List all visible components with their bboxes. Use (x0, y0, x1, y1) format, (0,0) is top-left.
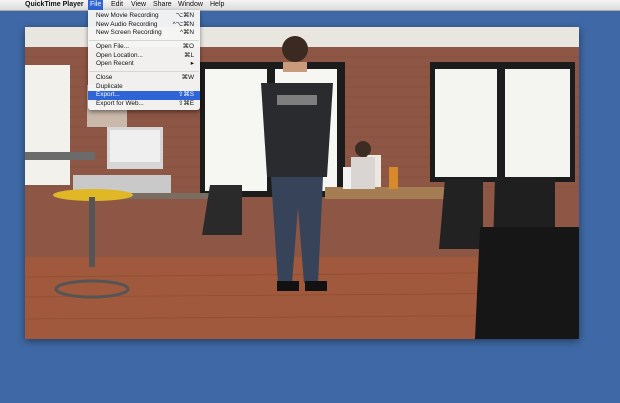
menu-item-label: Open File... (96, 43, 130, 50)
menu-item-label: Duplicate (96, 82, 123, 90)
apple-menu-icon[interactable] (8, 0, 12, 10)
menu-item-shortcut: ⇧⌘E (177, 99, 194, 107)
menu-item-export-for-web[interactable]: Export for Web... ⇧⌘E (88, 100, 200, 109)
menu-item-new-screen-recording[interactable]: New Screen Recording ^⌘N (88, 29, 200, 38)
menu-item-label: Export... (96, 91, 120, 98)
menu-item-open-file[interactable]: Open File... ⌘O (88, 43, 200, 52)
menu-item-shortcut: ⌘W (181, 74, 194, 81)
menu-item-export[interactable]: Export... ⇧⌘S (88, 91, 200, 100)
menu-item-shortcut: ⇧⌘S (177, 91, 194, 98)
menu-item-label: Export for Web... (96, 99, 144, 107)
menu-item-shortcut: ⌘L (184, 51, 194, 59)
menu-share[interactable]: Share (151, 0, 174, 10)
menu-file[interactable]: File (88, 0, 104, 10)
menu-item-new-movie-recording[interactable]: New Movie Recording ⌥⌘N (88, 12, 200, 21)
menu-item-label: New Screen Recording (96, 29, 162, 36)
menu-separator (89, 40, 199, 41)
menu-item-shortcut: ⌘O (182, 43, 194, 50)
submenu-arrow-icon: ▸ (190, 60, 194, 67)
menu-item-shortcut: ^⌥⌘N (172, 20, 194, 28)
menu-item-open-recent[interactable]: Open Recent ▸ (88, 60, 200, 69)
menu-item-label: Open Recent (96, 60, 134, 67)
menu-item-shortcut: ⌥⌘N (175, 12, 194, 19)
menu-item-close[interactable]: Close ⌘W (88, 74, 200, 83)
menu-separator (89, 71, 199, 72)
menu-item-duplicate[interactable]: Duplicate (88, 83, 200, 92)
menu-view[interactable]: View (129, 0, 148, 10)
menu-item-label: New Audio Recording (96, 20, 158, 28)
menu-item-label: New Movie Recording (96, 12, 159, 19)
menu-item-new-audio-recording[interactable]: New Audio Recording ^⌥⌘N (88, 21, 200, 30)
menu-help[interactable]: Help (208, 0, 226, 10)
menu-item-open-location[interactable]: Open Location... ⌘L (88, 52, 200, 61)
menu-item-label: Open Location... (96, 51, 143, 59)
file-menu-dropdown: New Movie Recording ⌥⌘N New Audio Record… (88, 10, 200, 110)
menu-item-shortcut: ^⌘N (179, 29, 194, 36)
menu-window[interactable]: Window (176, 0, 205, 10)
menu-item-label: Close (96, 74, 113, 81)
menu-app-name[interactable]: QuickTime Player (23, 0, 86, 10)
menu-edit[interactable]: Edit (109, 0, 125, 10)
